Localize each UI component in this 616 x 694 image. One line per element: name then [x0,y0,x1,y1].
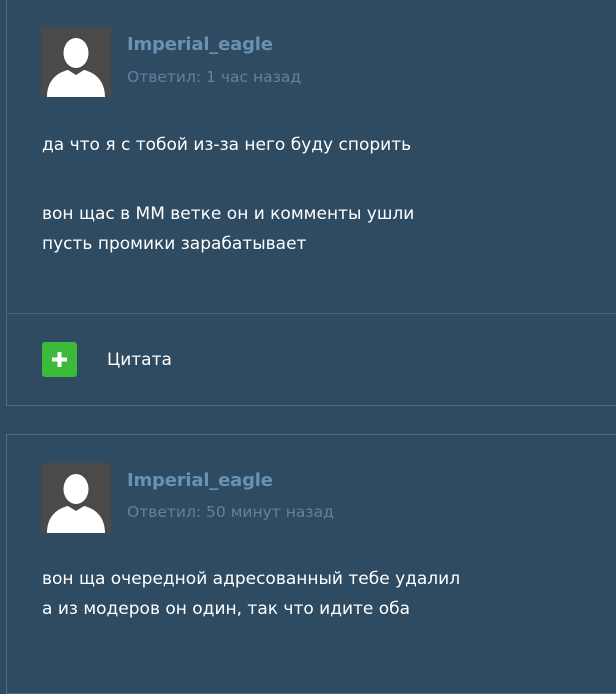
plus-icon [42,342,77,377]
default-user-avatar-icon [41,463,111,533]
author-name[interactable]: Imperial_eagle [127,34,273,55]
avatar[interactable] [41,27,111,97]
post-line: вон щас в ММ ветке он и комменты ушли [42,204,415,224]
post-line: вон ща очередной адресованный тебе удали… [42,569,461,589]
quote-button[interactable]: Цитата [42,342,172,377]
default-user-avatar-icon [41,27,111,97]
post-line: пусть промики зарабатывает [42,234,307,254]
divider [7,313,616,314]
avatar[interactable] [41,463,111,533]
quote-label: Цитата [107,349,172,370]
post-timestamp: Ответил: 50 минут назад [127,503,334,521]
post-line: да что я с тобой из-за него буду спорить [42,135,412,155]
post-line: а из модеров он один, так что идите оба [42,599,411,619]
author-name[interactable]: Imperial_eagle [127,470,273,491]
comment-post: Imperial_eagle Ответил: 1 час назад да ч… [6,0,616,406]
post-body: вон ща очередной адресованный тебе удали… [42,564,460,624]
comment-post: Imperial_eagle Ответил: 50 минут назад в… [6,434,616,694]
post-timestamp: Ответил: 1 час назад [127,68,302,86]
post-body: да что я с тобой из-за него буду спорить… [42,130,414,259]
